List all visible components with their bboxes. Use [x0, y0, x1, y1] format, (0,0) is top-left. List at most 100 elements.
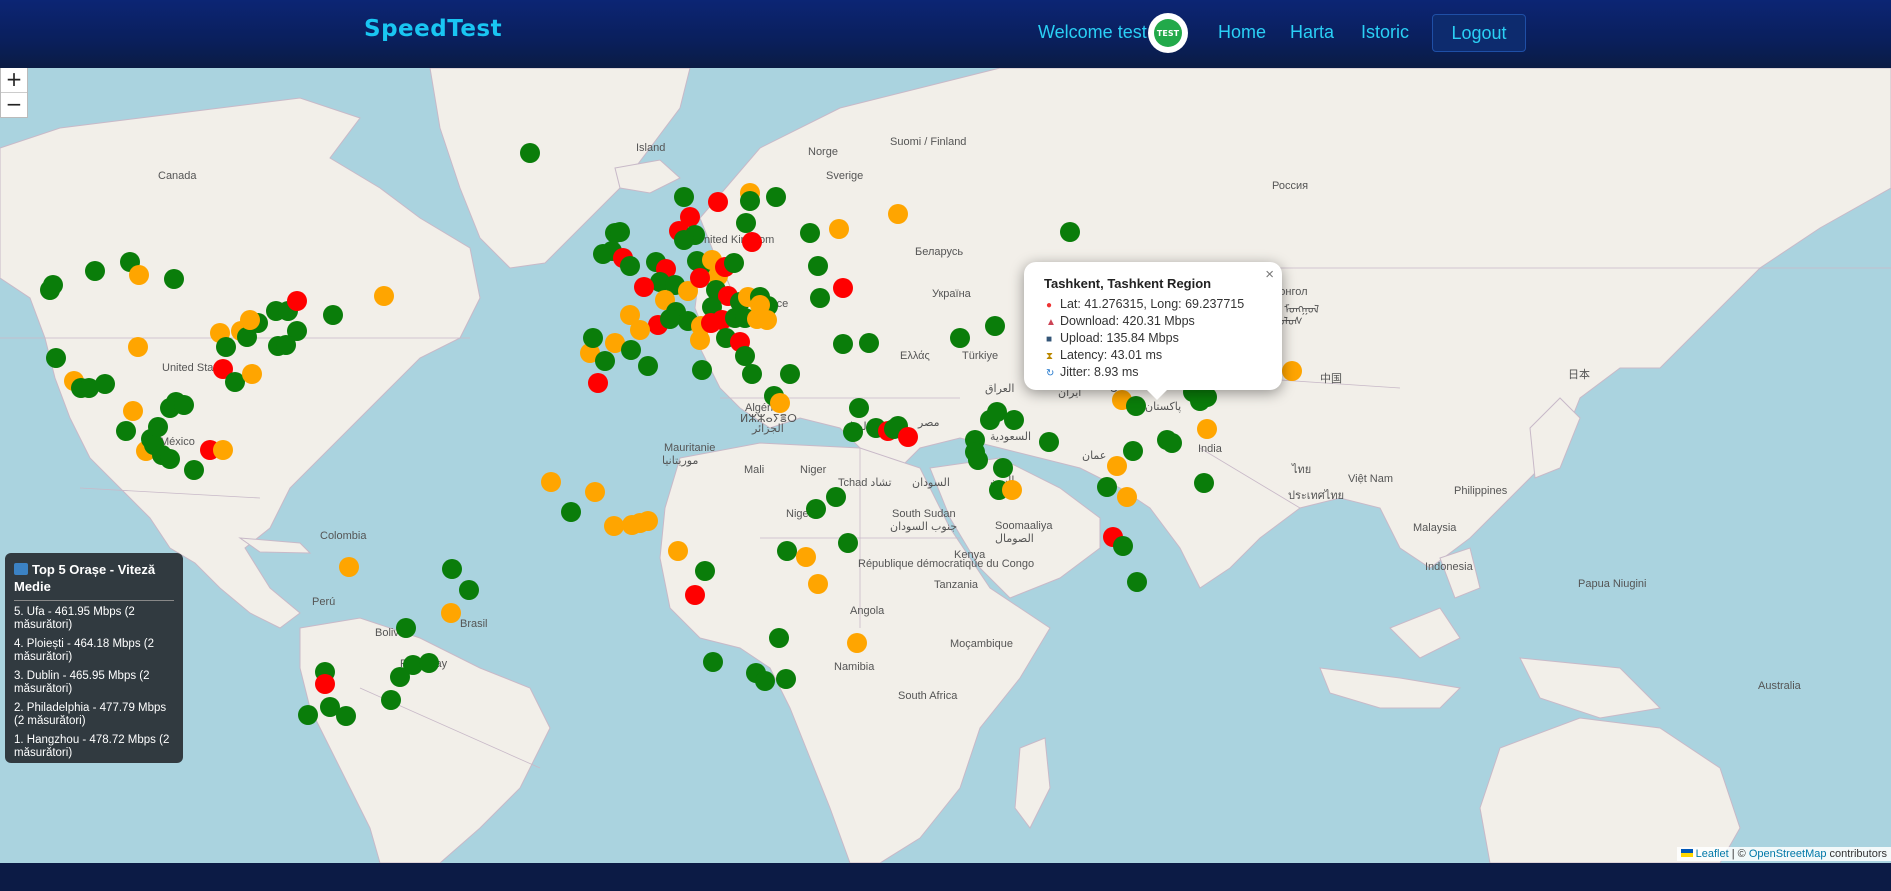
city-marker[interactable] — [213, 440, 233, 460]
city-marker[interactable] — [800, 223, 820, 243]
city-marker[interactable] — [847, 633, 867, 653]
city-marker[interactable] — [735, 346, 755, 366]
city-marker[interactable] — [1097, 477, 1117, 497]
city-marker[interactable] — [736, 213, 756, 233]
city-marker[interactable] — [724, 253, 744, 273]
city-marker[interactable] — [674, 187, 694, 207]
city-marker[interactable] — [660, 309, 680, 329]
city-marker[interactable] — [843, 422, 863, 442]
city-marker[interactable] — [757, 310, 777, 330]
city-marker[interactable] — [808, 256, 828, 276]
city-marker[interactable] — [703, 652, 723, 672]
city-marker[interactable] — [849, 398, 869, 418]
city-marker[interactable] — [588, 373, 608, 393]
city-marker[interactable] — [276, 335, 296, 355]
city-marker[interactable] — [993, 458, 1013, 478]
nav-harta-link[interactable]: Harta — [1290, 22, 1334, 43]
city-marker[interactable] — [1002, 480, 1022, 500]
city-marker[interactable] — [638, 511, 658, 531]
city-marker[interactable] — [396, 618, 416, 638]
nav-istoric-link[interactable]: Istoric — [1361, 22, 1409, 43]
city-marker[interactable] — [833, 278, 853, 298]
city-marker[interactable] — [742, 232, 762, 252]
city-marker[interactable] — [833, 334, 853, 354]
city-marker[interactable] — [796, 547, 816, 567]
city-marker[interactable] — [164, 269, 184, 289]
city-marker[interactable] — [116, 421, 136, 441]
city-marker[interactable] — [323, 305, 343, 325]
city-marker[interactable] — [638, 356, 658, 376]
city-marker[interactable] — [780, 364, 800, 384]
city-marker[interactable] — [740, 191, 760, 211]
city-marker[interactable] — [242, 364, 262, 384]
city-marker[interactable] — [770, 393, 790, 413]
city-marker[interactable] — [766, 187, 786, 207]
city-marker[interactable] — [634, 277, 654, 297]
city-marker[interactable] — [755, 671, 775, 691]
city-marker[interactable] — [1127, 572, 1147, 592]
city-marker[interactable] — [859, 333, 879, 353]
city-marker[interactable] — [593, 244, 613, 264]
city-marker[interactable] — [1194, 473, 1214, 493]
city-marker[interactable] — [829, 219, 849, 239]
city-marker[interactable] — [95, 374, 115, 394]
city-marker[interactable] — [620, 256, 640, 276]
city-marker[interactable] — [459, 580, 479, 600]
city-marker[interactable] — [674, 230, 694, 250]
city-marker[interactable] — [123, 401, 143, 421]
city-marker[interactable] — [808, 574, 828, 594]
city-marker[interactable] — [1123, 441, 1143, 461]
city-marker[interactable] — [826, 487, 846, 507]
brand-logo[interactable]: SpeedTest — [364, 16, 502, 42]
city-marker[interactable] — [604, 516, 624, 536]
city-marker[interactable] — [695, 561, 715, 581]
city-marker[interactable] — [610, 222, 630, 242]
city-marker[interactable] — [561, 502, 581, 522]
city-marker[interactable] — [898, 427, 918, 447]
city-marker[interactable] — [769, 628, 789, 648]
city-marker[interactable] — [585, 482, 605, 502]
city-marker[interactable] — [630, 320, 650, 340]
city-marker[interactable] — [742, 364, 762, 384]
city-marker[interactable] — [85, 261, 105, 281]
city-marker[interactable] — [339, 557, 359, 577]
city-marker[interactable] — [685, 585, 705, 605]
city-marker[interactable] — [184, 460, 204, 480]
city-marker[interactable] — [541, 472, 561, 492]
city-marker[interactable] — [216, 337, 236, 357]
city-marker[interactable] — [690, 330, 710, 350]
city-marker[interactable] — [1162, 433, 1182, 453]
city-marker[interactable] — [381, 690, 401, 710]
city-marker[interactable] — [419, 653, 439, 673]
city-marker[interactable] — [810, 288, 830, 308]
city-marker[interactable] — [1197, 419, 1217, 439]
city-marker[interactable] — [174, 395, 194, 415]
city-marker[interactable] — [43, 275, 63, 295]
world-map[interactable]: + − NunaatCanadaUnited StatesMéxicoColom… — [0, 68, 1891, 863]
city-marker[interactable] — [148, 417, 168, 437]
city-marker[interactable] — [1282, 361, 1302, 381]
city-marker[interactable] — [968, 450, 988, 470]
city-marker[interactable] — [298, 705, 318, 725]
avatar[interactable]: TEST — [1148, 13, 1188, 53]
city-marker[interactable] — [315, 674, 335, 694]
city-marker[interactable] — [595, 351, 615, 371]
city-marker[interactable] — [287, 291, 307, 311]
city-marker[interactable] — [692, 360, 712, 380]
city-marker[interactable] — [1113, 536, 1133, 556]
zoom-in-button[interactable]: + — [1, 68, 27, 92]
city-marker[interactable] — [1004, 410, 1024, 430]
city-marker[interactable] — [128, 337, 148, 357]
city-marker[interactable] — [240, 310, 260, 330]
city-marker[interactable] — [583, 328, 603, 348]
city-marker[interactable] — [1107, 456, 1127, 476]
city-marker[interactable] — [336, 706, 356, 726]
close-popup-button[interactable]: × — [1265, 266, 1274, 283]
city-marker[interactable] — [160, 449, 180, 469]
city-marker[interactable] — [888, 204, 908, 224]
city-marker[interactable] — [442, 559, 462, 579]
city-marker[interactable] — [1039, 432, 1059, 452]
city-marker[interactable] — [129, 265, 149, 285]
city-marker[interactable] — [621, 340, 641, 360]
city-marker[interactable] — [441, 603, 461, 623]
